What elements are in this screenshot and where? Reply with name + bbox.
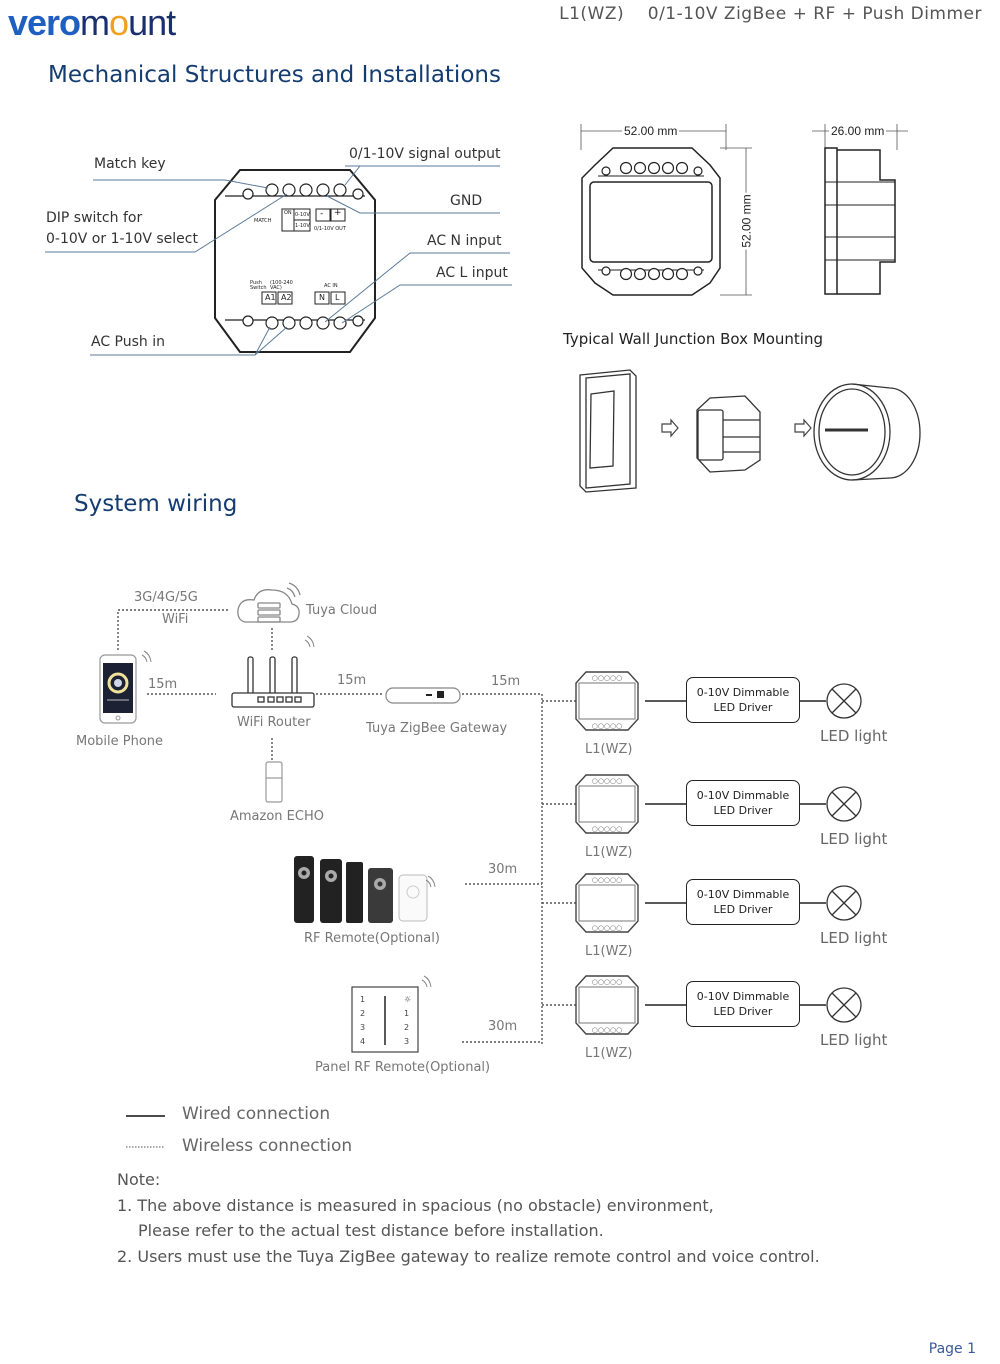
dimmer-icon: ○○○○○ ○○○○○ — [575, 774, 639, 834]
dimmer-label: L1(WZ) — [585, 944, 633, 959]
led-driver-box: 0-10V Dimmable LED Driver — [686, 780, 800, 826]
label-mobile-phone: Mobile Phone — [76, 734, 164, 749]
svg-text:○○○○○: ○○○○○ — [592, 674, 623, 682]
note-heading: Note: — [117, 1170, 161, 1189]
dimmer-label: L1(WZ) — [585, 845, 633, 860]
distance-phone-router: 15m — [148, 677, 178, 692]
svg-text:○○○○○: ○○○○○ — [592, 978, 623, 986]
cloud-icon — [237, 582, 301, 623]
label-wifi-router: WiFi Router — [237, 715, 311, 730]
svg-text:○○○○○: ○○○○○ — [592, 825, 623, 833]
svg-text:○○○○○: ○○○○○ — [592, 924, 623, 932]
panel-key: 3 — [404, 1037, 410, 1046]
panel-key: 2 — [404, 1023, 410, 1032]
dimmer-icon: ○○○○○ ○○○○○ — [575, 671, 639, 731]
panel-keys-right: ☼ 1 2 3 — [404, 993, 412, 1049]
led-light-icon — [826, 786, 862, 822]
led-driver-label: 0-10V Dimmable — [696, 888, 790, 901]
distance-rf-remote: 30m — [488, 862, 518, 877]
led-light-icon — [826, 987, 862, 1023]
svg-text:○○○○○: ○○○○○ — [592, 777, 623, 785]
panel-key: 1 — [360, 995, 366, 1004]
svg-text:○○○○○: ○○○○○ — [592, 876, 623, 884]
led-driver-label: LED Driver — [713, 903, 773, 916]
led-driver-label: LED Driver — [713, 804, 773, 817]
led-light-label: LED light — [820, 830, 888, 848]
dimmer-label: L1(WZ) — [585, 742, 633, 757]
led-light-icon — [826, 683, 862, 719]
led-driver-label: LED Driver — [713, 1005, 773, 1018]
panel-key: 1 — [404, 1009, 410, 1018]
note-item: 1. The above distance is measured in spa… — [117, 1196, 714, 1215]
page-number: Page 1 — [928, 1341, 976, 1357]
wifi-router-icon — [231, 656, 315, 708]
label-amazon-echo: Amazon ECHO — [230, 809, 324, 824]
led-driver-label: 0-10V Dimmable — [696, 789, 790, 802]
legend-wired: Wired connection — [182, 1104, 331, 1124]
distance-panel-remote: 30m — [488, 1019, 518, 1034]
label-panel-remote: Panel RF Remote(Optional) — [315, 1060, 491, 1075]
mobile-phone-icon — [99, 654, 137, 724]
rf-remote-icons — [294, 856, 428, 923]
distance-router-gateway: 15m — [337, 673, 367, 688]
note-item-continued: Please refer to the actual test distance… — [138, 1221, 604, 1240]
note-item: 2. Users must use the Tuya ZigBee gatewa… — [117, 1247, 820, 1266]
led-driver-label: 0-10V Dimmable — [696, 686, 790, 699]
led-driver-box: 0-10V Dimmable LED Driver — [686, 981, 800, 1027]
zigbee-gateway-icon — [385, 687, 461, 704]
led-driver-label: LED Driver — [713, 701, 773, 714]
panel-key: 4 — [360, 1037, 366, 1046]
led-driver-box: 0-10V Dimmable LED Driver — [686, 879, 800, 925]
label-rf-remote: RF Remote(Optional) — [304, 931, 440, 946]
dimmer-label: L1(WZ) — [585, 1046, 633, 1061]
panel-key: 2 — [360, 1009, 366, 1018]
led-light-label: LED light — [820, 929, 888, 947]
svg-text:○○○○○: ○○○○○ — [592, 1026, 623, 1034]
dimmer-icon: ○○○○○ ○○○○○ — [575, 975, 639, 1035]
led-light-icon — [826, 885, 862, 921]
panel-keys-left: 1 2 3 4 — [360, 993, 368, 1049]
distance-gateway-dimmer: 15m — [491, 674, 521, 689]
amazon-echo-icon — [265, 761, 283, 803]
led-light-label: LED light — [820, 1031, 888, 1049]
svg-text:○○○○○: ○○○○○ — [592, 722, 623, 730]
led-driver-box: 0-10V Dimmable LED Driver — [686, 677, 800, 723]
legend-wireless: Wireless connection — [182, 1136, 353, 1156]
label-tuya-cloud: Tuya Cloud — [306, 603, 378, 618]
label-zigbee-gateway: Tuya ZigBee Gateway — [366, 721, 508, 736]
dimmer-icon: ○○○○○ ○○○○○ — [575, 873, 639, 933]
panel-key: 3 — [360, 1023, 366, 1032]
label-network: 3G/4G/5G — [134, 590, 198, 605]
led-driver-label: 0-10V Dimmable — [696, 990, 790, 1003]
label-wifi: WiFi — [162, 612, 189, 627]
led-light-label: LED light — [820, 727, 888, 745]
panel-key: ☼ — [404, 995, 412, 1004]
